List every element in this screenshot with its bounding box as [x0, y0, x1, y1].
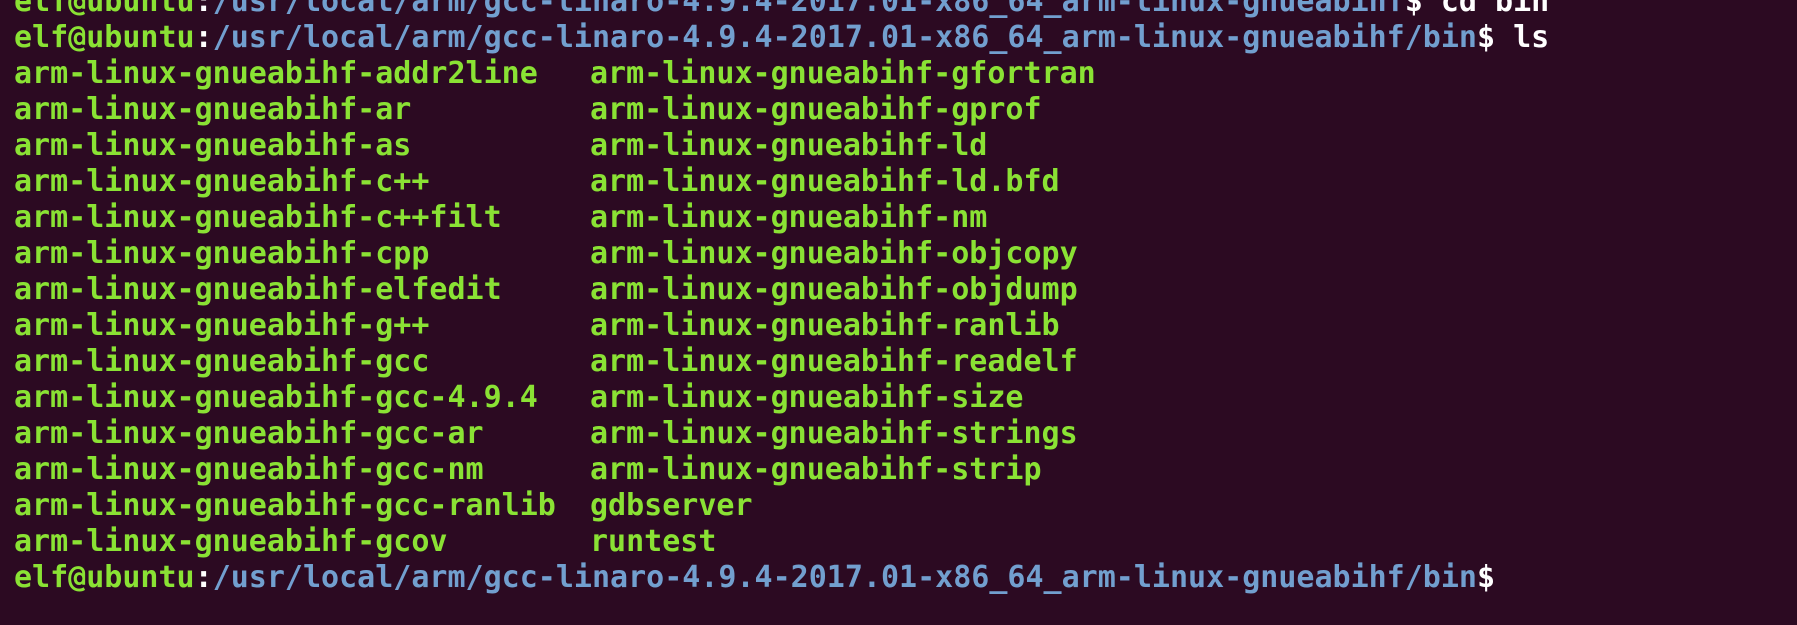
prompt-path: /usr/local/arm/gcc-linaro-4.9.4-2017.01-… — [212, 0, 1405, 19]
file-entry: arm-linux-gnueabihf-elfedit — [14, 272, 502, 307]
prompt-user: elf@ubuntu — [14, 560, 195, 595]
command-text: ls — [1495, 20, 1550, 55]
prompt-user: elf@ubuntu — [14, 0, 195, 19]
file-entry: arm-linux-gnueabihf-ranlib — [590, 308, 1060, 343]
file-entry: arm-linux-gnueabihf-size — [590, 380, 1024, 415]
file-entry: arm-linux-gnueabihf-c++filt — [14, 200, 502, 235]
prompt-separator: : — [194, 20, 213, 55]
file-entry: arm-linux-gnueabihf-ld — [590, 128, 988, 163]
prompt-user: elf@ubuntu — [14, 20, 195, 55]
prompt-dollar: $ — [1477, 560, 1496, 595]
file-entry: arm-linux-gnueabihf-gfortran — [590, 56, 1096, 91]
file-entry: arm-linux-gnueabihf-nm — [590, 200, 988, 235]
prompt-dollar: $ — [1404, 0, 1423, 19]
file-entry: arm-linux-gnueabihf-objcopy — [590, 236, 1078, 271]
ls-output: arm-linux-gnueabihf-addr2line arm-linux-… — [14, 56, 1549, 560]
file-entry: arm-linux-gnueabihf-gcc-ar — [14, 416, 484, 451]
file-entry: arm-linux-gnueabihf-strings — [590, 416, 1078, 451]
file-entry: arm-linux-gnueabihf-addr2line — [14, 56, 538, 91]
prompt-dollar: $ — [1477, 20, 1496, 55]
prompt-path: /usr/local/arm/gcc-linaro-4.9.4-2017.01-… — [212, 560, 1477, 595]
ls-column-2: arm-linux-gnueabihf-gfortran arm-linux-g… — [590, 56, 1549, 560]
file-entry: arm-linux-gnueabihf-gcc-4.9.4 — [14, 380, 538, 415]
file-entry: arm-linux-gnueabihf-c++ — [14, 164, 430, 199]
terminal-output: elf@ubuntu:/usr/local/arm/gcc-linaro-4.9… — [14, 0, 1549, 596]
prompt-line-current[interactable]: elf@ubuntu:/usr/local/arm/gcc-linaro-4.9… — [14, 560, 1549, 596]
file-entry: gdbserver — [590, 488, 753, 523]
file-entry: arm-linux-gnueabihf-gcov — [14, 524, 448, 559]
file-entry: arm-linux-gnueabihf-gprof — [590, 92, 1042, 127]
file-entry: arm-linux-gnueabihf-g++ — [14, 308, 430, 343]
prompt-separator: : — [194, 0, 213, 19]
file-entry: arm-linux-gnueabihf-gcc-nm — [14, 452, 484, 487]
file-entry: arm-linux-gnueabihf-readelf — [590, 344, 1078, 379]
file-entry: arm-linux-gnueabihf-ar — [14, 92, 412, 127]
file-entry: arm-linux-gnueabihf-cpp — [14, 236, 430, 271]
command-text: cd bin — [1422, 0, 1550, 19]
prompt-line-ls: elf@ubuntu:/usr/local/arm/gcc-linaro-4.9… — [14, 20, 1549, 56]
ls-column-1: arm-linux-gnueabihf-addr2line arm-linux-… — [14, 56, 590, 560]
terminal-window[interactable]: elf@ubuntu:/usr/local/arm/gcc-linaro-4.9… — [0, 0, 1797, 625]
prompt-line-cd: elf@ubuntu:/usr/local/arm/gcc-linaro-4.9… — [14, 0, 1549, 20]
file-entry: runtest — [590, 524, 717, 559]
file-entry: arm-linux-gnueabihf-gcc — [14, 344, 430, 379]
file-entry: arm-linux-gnueabihf-gcc-ranlib — [14, 488, 556, 523]
file-entry: arm-linux-gnueabihf-strip — [590, 452, 1042, 487]
file-entry: arm-linux-gnueabihf-as — [14, 128, 412, 163]
file-entry: arm-linux-gnueabihf-objdump — [590, 272, 1078, 307]
prompt-separator: : — [194, 560, 213, 595]
prompt-path: /usr/local/arm/gcc-linaro-4.9.4-2017.01-… — [212, 20, 1477, 55]
file-entry: arm-linux-gnueabihf-ld.bfd — [590, 164, 1060, 199]
